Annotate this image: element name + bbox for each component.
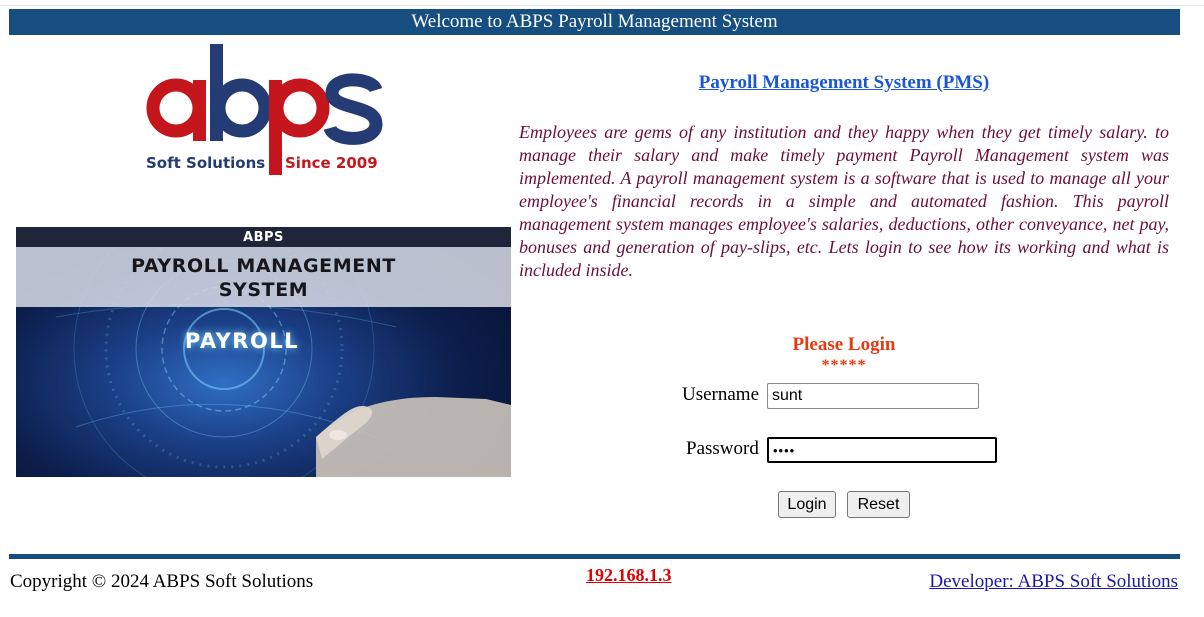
banner-brand-label: ABPS bbox=[16, 227, 511, 247]
system-description: Employees are gems of any institution an… bbox=[519, 122, 1169, 280]
logo-tagline-right: Since 2009 bbox=[285, 154, 378, 172]
password-input[interactable] bbox=[767, 437, 997, 463]
username-input[interactable] bbox=[767, 383, 979, 409]
logo-tagline-left: Soft Solutions bbox=[146, 154, 265, 172]
password-label: Password bbox=[686, 438, 759, 459]
header-title: Welcome to ABPS Payroll Management Syste… bbox=[411, 11, 778, 32]
abps-logo-graphic: Soft Solutions Since 2009 bbox=[146, 44, 383, 175]
login-page: Welcome to ABPS Payroll Management Syste… bbox=[0, 0, 1204, 617]
banner-payroll-label: PAYROLL bbox=[184, 329, 300, 353]
reset-button[interactable]: Reset bbox=[847, 491, 910, 518]
banner-title: PAYROLL MANAGEMENT SYSTEM bbox=[16, 247, 511, 307]
top-divider bbox=[0, 5, 1204, 6]
login-heading: Please Login bbox=[792, 334, 896, 355]
developer-link[interactable]: Developer: ABPS Soft Solutions bbox=[929, 571, 1178, 593]
pms-title-link[interactable]: Payroll Management System (PMS) bbox=[519, 72, 1169, 94]
abps-logo: Soft Solutions Since 2009 bbox=[144, 40, 384, 180]
login-button[interactable]: Login bbox=[778, 491, 836, 518]
payroll-banner-image: ABPS PAYROLL MANAGEMENT SYSTEM PAYROLL bbox=[16, 227, 511, 477]
username-label: Username bbox=[682, 384, 760, 405]
footer-divider bbox=[9, 554, 1180, 559]
login-stars: ***** bbox=[821, 357, 867, 374]
banner-title-line1: PAYROLL MANAGEMENT bbox=[131, 255, 396, 277]
banner-title-line2: SYSTEM bbox=[218, 279, 309, 301]
copyright-text: Copyright © 2024 ABPS Soft Solutions bbox=[10, 571, 314, 592]
header-bar: Welcome to ABPS Payroll Management Syste… bbox=[9, 9, 1180, 35]
ip-address: 192.168.1.3 bbox=[586, 565, 672, 585]
